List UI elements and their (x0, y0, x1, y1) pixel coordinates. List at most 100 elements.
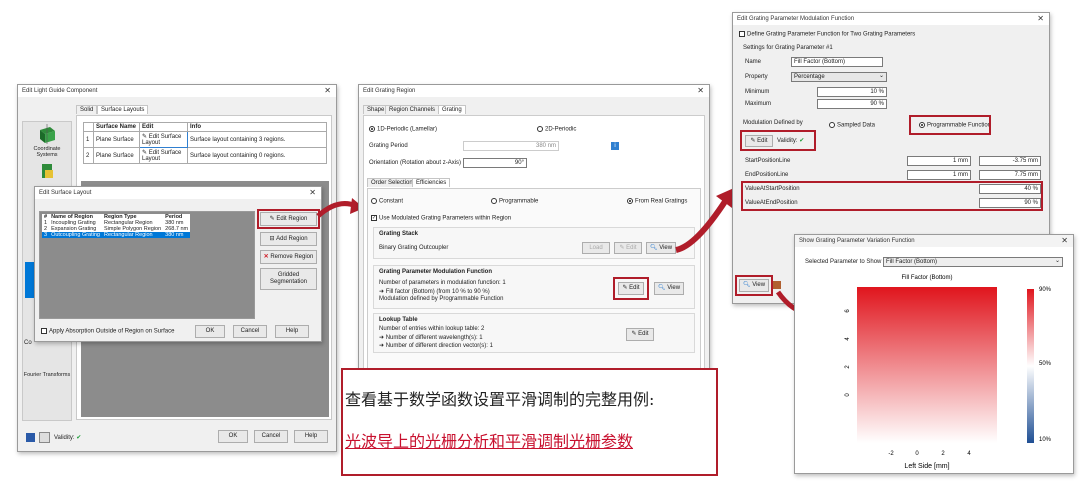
radio-programmable[interactable]: Programmable (491, 198, 538, 205)
add-region-button[interactable]: ⊟ Add Region (260, 232, 317, 246)
edit-surface-layout-button[interactable]: ✎ Edit Surface Layout (139, 130, 188, 149)
param-value-b[interactable]: -3.75 mm (979, 156, 1041, 166)
remove-region-button[interactable]: ✕ Remove Region (260, 250, 317, 264)
close-icon[interactable]: ✕ (1037, 13, 1044, 25)
edit-lookup-button[interactable]: ✎ Edit (626, 328, 654, 341)
maximum-input[interactable]: 90 % (817, 99, 887, 109)
param-value-a[interactable]: 1 mm (907, 156, 971, 166)
info-icon[interactable]: i (611, 142, 619, 150)
close-icon[interactable]: ✕ (309, 187, 316, 199)
load-button[interactable]: Load (582, 242, 610, 254)
ok-button[interactable]: OK (218, 430, 248, 443)
help-button[interactable]: Help (275, 325, 309, 338)
x-tick-label: 0 (915, 451, 919, 457)
title-text: Edit Surface Layout (39, 190, 92, 196)
tab-efficiencies[interactable]: Efficiencies (412, 178, 451, 187)
view-modulation-button[interactable]: 🔍︎ View (654, 282, 684, 295)
tab-region-channels[interactable]: Region Channels (385, 105, 440, 114)
highlight-programmable (909, 115, 991, 135)
highlight-values (741, 181, 1043, 211)
window-title: Show Grating Parameter Variation Functio… (795, 235, 1073, 247)
ok-button[interactable]: OK (195, 325, 225, 338)
save-icon[interactable] (26, 433, 35, 442)
view-label: View (659, 244, 673, 251)
name-input[interactable]: Fill Factor (Bottom) (791, 57, 883, 67)
tab-surface-layouts[interactable]: Surface Layouts (97, 105, 149, 114)
param-value-b[interactable]: 7.75 mm (979, 170, 1041, 180)
apply-absorption-checkbox[interactable]: Apply Absorption Outside of Region on Su… (41, 328, 174, 335)
cancel-button[interactable]: Cancel (254, 430, 288, 443)
add-region-label: Add Region (276, 235, 308, 242)
chevron-down-icon: ⌄ (878, 73, 884, 79)
heatmap-plot: Fill Factor (Bottom) -2 0 2 4 0 2 4 6 Left Sid… (845, 275, 1052, 470)
help-button[interactable]: Help (294, 430, 328, 443)
radio-dot (537, 126, 543, 132)
lookup-line-2: ➜ Number of different wavelength(s): 1 (379, 335, 483, 341)
y-tick-label: 4 (845, 337, 851, 341)
coordinate-systems-label: Coordinate Systems (33, 146, 61, 158)
validity-icon-box[interactable] (39, 432, 50, 443)
edit-stack-button[interactable]: ✎ Edit (614, 242, 642, 254)
grating-stack-title: Grating Stack (379, 231, 419, 237)
selected-parameter-value: Fill Factor (Bottom) (886, 259, 938, 265)
radio-1d-label: 1D-Periodic (Lamellar) (377, 126, 438, 133)
grating-stack-group: Grating Stack Binary Grating Outcoupler … (373, 227, 695, 259)
name-label: Name (745, 59, 762, 65)
lookup-line-3: ➜ Number of different direction vector(s… (379, 343, 493, 349)
tab-grating[interactable]: Grating (438, 105, 466, 114)
define-two-checkbox[interactable]: Define Grating Parameter Function for Tw… (739, 31, 915, 38)
radio-1d-periodic[interactable]: 1D-Periodic (Lamellar) (369, 126, 437, 133)
close-icon[interactable]: ✕ (697, 85, 704, 97)
tab-solid[interactable]: Solid (76, 105, 98, 114)
table-row-selected[interactable]: 3 Outcoupling Grating Rectangular Region 38… (42, 232, 191, 238)
param-value-a[interactable]: 1 mm (907, 170, 971, 180)
radio-sampled-data[interactable]: Sampled Data (829, 122, 875, 129)
close-icon[interactable]: ✕ (324, 85, 331, 97)
gridded-segmentation-button[interactable]: Gridded Segmentation (260, 268, 317, 290)
table-row: 2 Plane Surface ✎ Edit Surface Layout Sur… (83, 147, 327, 165)
highlight-edit-region (257, 209, 320, 229)
window-title: Edit Grating Region ✕ (359, 85, 709, 97)
edit-surface-layout-button[interactable]: ✎ Edit Surface Layout (139, 147, 188, 165)
minimum-input[interactable]: 10 % (817, 87, 887, 97)
property-select[interactable]: Percentage ⌄ (791, 72, 887, 82)
use-modulated-checkbox[interactable]: ✓ Use Modulated Grating Parameters within… (371, 215, 511, 222)
tab-order-selection[interactable]: Order Selection (367, 178, 417, 187)
params-list: StartPositionLine 1 mm -3.75 mm EndPosit… (739, 153, 1045, 213)
nav-item-2[interactable] (23, 162, 71, 188)
cancel-button[interactable]: Cancel (233, 325, 267, 338)
magnifier-icon: 🔍︎ (657, 285, 666, 292)
orientation-input[interactable]: 90° (463, 158, 527, 168)
radio-dot (829, 122, 835, 128)
example-caption-box: 查看基于数学函数设置平滑调制的完整用例: 光波导上的光栅分析和平滑调制光栅参数 (341, 368, 718, 476)
window-title: Edit Surface Layout ✕ (35, 187, 321, 199)
highlight-edit-modulation (613, 277, 649, 300)
colorbar-ticks: 90% 50% 10% (1039, 287, 1052, 443)
grating-stack-name: Binary Grating Outcoupler (379, 245, 449, 251)
modulation-line-2: ➜ Fill factor (Bottom) (from 10 % to 90 … (379, 289, 490, 295)
grating-period-input[interactable]: 380 nm (463, 141, 559, 151)
param-label: EndPositionLine (745, 172, 789, 178)
caption-link[interactable]: 光波导上的光栅分析和平滑调制光栅参数 (345, 428, 633, 452)
close-icon[interactable]: ✕ (1061, 235, 1068, 247)
coordinate-systems-item[interactable]: Coordinate Systems (23, 122, 71, 162)
checkbox-box: ✓ (371, 215, 377, 221)
radio-dot (371, 198, 377, 204)
cell: Rectangular Region (101, 232, 164, 238)
radio-programmable-label: Programmable (499, 198, 539, 205)
row-index: 1 (83, 130, 94, 149)
fourier-transforms-item[interactable]: Fourier Transforms (23, 372, 71, 378)
fourier-transforms-label: Fourier Transforms (23, 372, 71, 378)
colorbar (1027, 289, 1034, 443)
pencil-icon: ✎ (631, 331, 637, 338)
window-title: Edit Grating Parameter Modulation Functi… (733, 13, 1049, 25)
y-ticks: 0 2 4 6 (845, 309, 851, 397)
radio-2d-periodic[interactable]: 2D-Periodic (537, 126, 576, 133)
selected-parameter-select[interactable]: Fill Factor (Bottom) ⌄ (883, 257, 1063, 267)
chevron-down-icon: ⌄ (1054, 258, 1060, 264)
radio-constant[interactable]: Constant (371, 198, 403, 205)
caption-line-1: 查看基于数学函数设置平滑调制的完整用例: (345, 390, 655, 409)
property-value: Percentage (794, 74, 825, 80)
x-tick-label: 2 (941, 451, 945, 457)
pencil-icon: ✎ (142, 150, 148, 157)
